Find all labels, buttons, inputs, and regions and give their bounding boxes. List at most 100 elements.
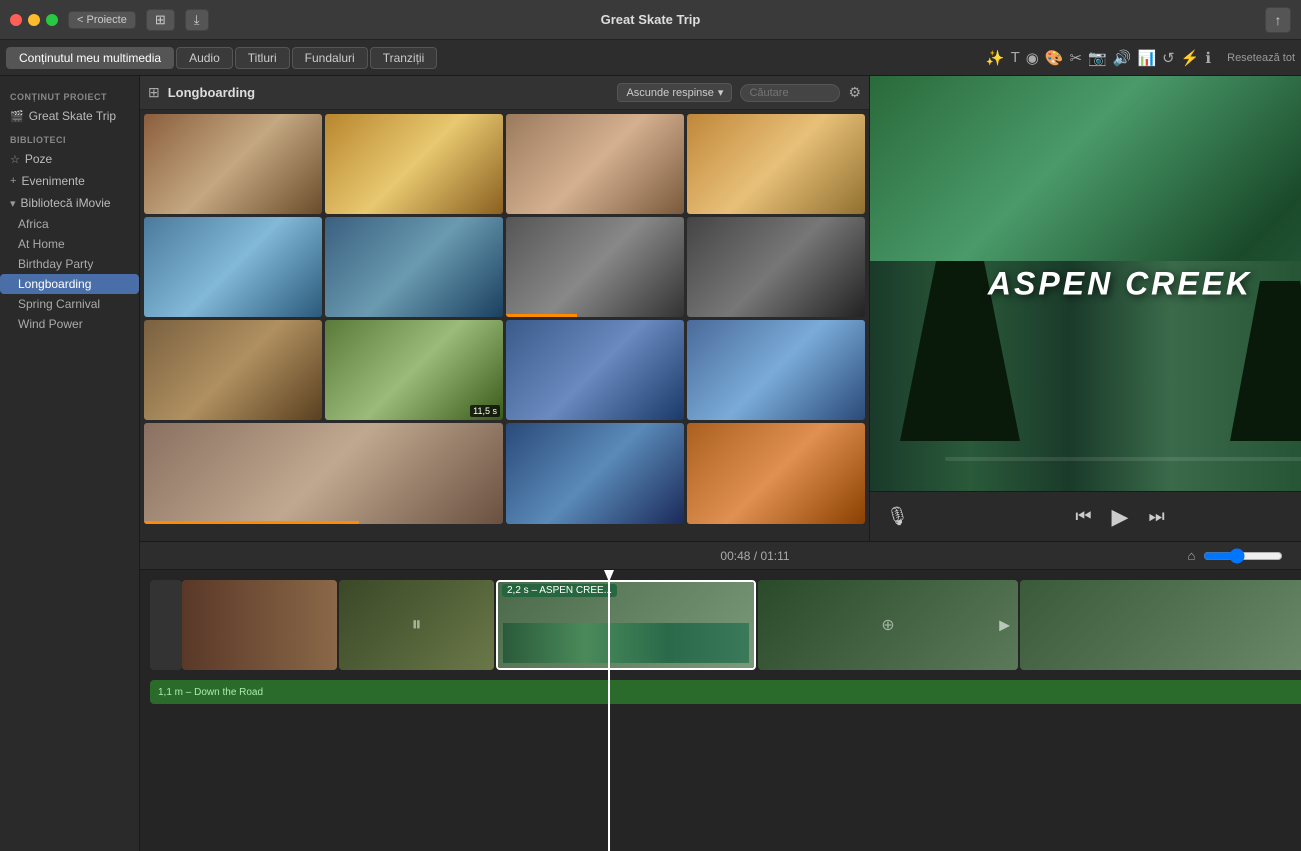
main-track: ⏸ 2,2 s – ASPEN CREE... ⊕ ▶ bbox=[140, 570, 1301, 680]
events-icon: + bbox=[10, 175, 16, 187]
microphone-icon: 🎙 bbox=[886, 506, 909, 526]
tab-audio[interactable]: Audio bbox=[176, 47, 233, 69]
thumbnail-13[interactable] bbox=[144, 423, 503, 524]
sidebar-item-imovie-library[interactable]: ▾ Bibliotecă iMovie bbox=[0, 192, 139, 214]
preview-area: ASPEN CREEK 🎙 ⏮ ▶ ⏭ ⤢ bbox=[870, 76, 1301, 541]
magic-wand-icon[interactable]: ✨ bbox=[986, 49, 1005, 67]
browser-title: Longboarding bbox=[168, 85, 610, 100]
close-button[interactable] bbox=[10, 14, 22, 26]
timeline-tracks[interactable]: ⏸ 2,2 s – ASPEN CREE... ⊕ ▶ bbox=[140, 570, 1301, 851]
skip-forward-button[interactable]: ⏭ bbox=[1148, 506, 1164, 527]
share-icon: ↑ bbox=[1275, 12, 1282, 28]
track-clip-1[interactable] bbox=[182, 580, 337, 670]
upper-area: ⊞ Longboarding Ascunde respinse ▾ ⚙ bbox=[140, 76, 1301, 541]
import-button[interactable]: ⤓ bbox=[185, 9, 209, 31]
track-clip-4[interactable]: ⊕ ▶ bbox=[758, 580, 1018, 670]
preview-title: ASPEN CREEK bbox=[988, 265, 1252, 302]
track-clip-selected[interactable]: 2,2 s – ASPEN CREE... bbox=[496, 580, 756, 670]
libraries-label: BIBLIOTECI bbox=[0, 127, 139, 148]
thumbnail-8[interactable] bbox=[687, 217, 865, 317]
track-clip-5[interactable] bbox=[1020, 580, 1301, 670]
filter-icon[interactable]: ◉ bbox=[1026, 49, 1039, 67]
tab-titles[interactable]: Titluri bbox=[235, 47, 290, 69]
toolbar-tabs: Conținutul meu multimedia Audio Titluri … bbox=[6, 47, 976, 69]
camera-icon[interactable]: 📷 bbox=[1088, 49, 1107, 67]
library-chevron-icon: ▾ bbox=[10, 197, 16, 210]
color-icon[interactable]: 🎨 bbox=[1045, 49, 1064, 67]
media-browser: ⊞ Longboarding Ascunde respinse ▾ ⚙ bbox=[140, 76, 870, 541]
share-button[interactable]: ↑ bbox=[1265, 7, 1291, 33]
effects-icon[interactable]: ⚡ bbox=[1181, 49, 1200, 67]
toolbar: Conținutul meu multimedia Audio Titluri … bbox=[0, 40, 1301, 76]
volume-icon[interactable]: 🔊 bbox=[1113, 49, 1132, 67]
thumbnail-1[interactable] bbox=[144, 114, 322, 214]
thumbnail-12[interactable] bbox=[687, 320, 865, 420]
sidebar-item-events[interactable]: + Evenimente bbox=[0, 170, 139, 192]
track-clip-2[interactable]: ⏸ bbox=[339, 580, 494, 670]
microphone-button[interactable]: 🎙 bbox=[886, 506, 909, 527]
home-icon: ⌂ bbox=[1187, 548, 1195, 563]
preview-video[interactable]: ASPEN CREEK bbox=[870, 76, 1301, 491]
info-icon[interactable]: ℹ bbox=[1205, 49, 1211, 67]
grid-toggle-button[interactable]: ⊞ bbox=[148, 84, 160, 101]
thumbnail-2[interactable] bbox=[325, 114, 503, 214]
sidebar-photos-label: Poze bbox=[25, 152, 52, 166]
skip-forward-icon: ⏭ bbox=[1148, 506, 1164, 526]
thumbnail-10[interactable]: 11,5 s bbox=[325, 320, 503, 420]
sidebar-item-project[interactable]: 🎬 Great Skate Trip bbox=[0, 105, 139, 127]
sidebar: CONȚINUT PROIECT 🎬 Great Skate Trip BIBL… bbox=[0, 76, 140, 851]
timeline-time: 00:48 / 01:11 bbox=[720, 549, 789, 563]
sidebar-item-at-home[interactable]: At Home bbox=[0, 234, 139, 254]
track-clip-lead[interactable] bbox=[150, 580, 182, 670]
thumbnail-9[interactable] bbox=[144, 320, 322, 420]
filter-label: Ascunde respinse bbox=[626, 87, 713, 99]
text-icon[interactable]: T bbox=[1011, 49, 1020, 66]
tab-backgrounds[interactable]: Fundaluri bbox=[292, 47, 368, 69]
thumbnail-15[interactable] bbox=[687, 423, 865, 523]
reset-button[interactable]: Resetează tot bbox=[1227, 52, 1295, 64]
thumbnail-14[interactable] bbox=[506, 423, 684, 523]
thumbnail-7[interactable] bbox=[506, 217, 684, 317]
minimize-button[interactable] bbox=[28, 14, 40, 26]
sidebar-project-label: Great Skate Trip bbox=[29, 109, 116, 123]
tab-media[interactable]: Conținutul meu multimedia bbox=[6, 47, 174, 69]
preview-controls: 🎙 ⏮ ▶ ⏭ ⤢ bbox=[870, 491, 1301, 541]
photos-icon: ☆ bbox=[10, 153, 20, 166]
play-button[interactable]: ▶ bbox=[1112, 504, 1129, 530]
sidebar-item-birthday-party[interactable]: Birthday Party bbox=[0, 254, 139, 274]
pause-icon: ⏸ bbox=[412, 614, 422, 637]
search-input[interactable] bbox=[740, 84, 840, 102]
thumbnail-4[interactable] bbox=[687, 114, 865, 214]
thumbnail-11[interactable] bbox=[506, 320, 684, 420]
filter-chevron-icon: ▾ bbox=[718, 86, 724, 99]
timeline-header: 00:48 / 01:11 ⌂ Configurări bbox=[140, 542, 1301, 570]
grid-view-button[interactable]: ⊞ bbox=[146, 9, 175, 31]
sidebar-events-label: Evenimente bbox=[21, 174, 84, 188]
duration-badge-10: 11,5 s bbox=[470, 405, 500, 417]
traffic-lights bbox=[10, 14, 58, 26]
browser-header: ⊞ Longboarding Ascunde respinse ▾ ⚙ bbox=[140, 76, 869, 110]
tab-transitions[interactable]: Tranziții bbox=[370, 47, 438, 69]
crop-icon[interactable]: ✂ bbox=[1070, 49, 1083, 67]
thumbnail-5[interactable] bbox=[144, 217, 322, 317]
sidebar-library-label: Bibliotecă iMovie bbox=[21, 196, 111, 210]
sidebar-item-africa[interactable]: Africa bbox=[0, 214, 139, 234]
maximize-button[interactable] bbox=[46, 14, 58, 26]
ground-line bbox=[945, 457, 1301, 461]
skip-back-button[interactable]: ⏮ bbox=[1075, 506, 1091, 527]
sidebar-item-wind-power[interactable]: Wind Power bbox=[0, 314, 139, 334]
zoom-slider[interactable] bbox=[1203, 548, 1283, 564]
move-icon: ⊕ bbox=[881, 615, 894, 635]
browser-settings-button[interactable]: ⚙ bbox=[848, 84, 861, 101]
sidebar-item-spring-carnival[interactable]: Spring Carnival bbox=[0, 294, 139, 314]
sidebar-item-photos[interactable]: ☆ Poze bbox=[0, 148, 139, 170]
thumbnail-3[interactable] bbox=[506, 114, 684, 214]
filter-button[interactable]: Ascunde respinse ▾ bbox=[617, 83, 732, 102]
sidebar-item-longboarding[interactable]: Longboarding bbox=[0, 274, 139, 294]
thumbnail-6[interactable] bbox=[325, 217, 503, 317]
film-icon: 🎬 bbox=[10, 110, 24, 123]
undo-icon[interactable]: ↺ bbox=[1162, 49, 1175, 67]
projects-button[interactable]: < Proiecte bbox=[68, 11, 136, 29]
play-icon: ▶ bbox=[1112, 504, 1129, 529]
chart-icon[interactable]: 📊 bbox=[1137, 49, 1156, 67]
